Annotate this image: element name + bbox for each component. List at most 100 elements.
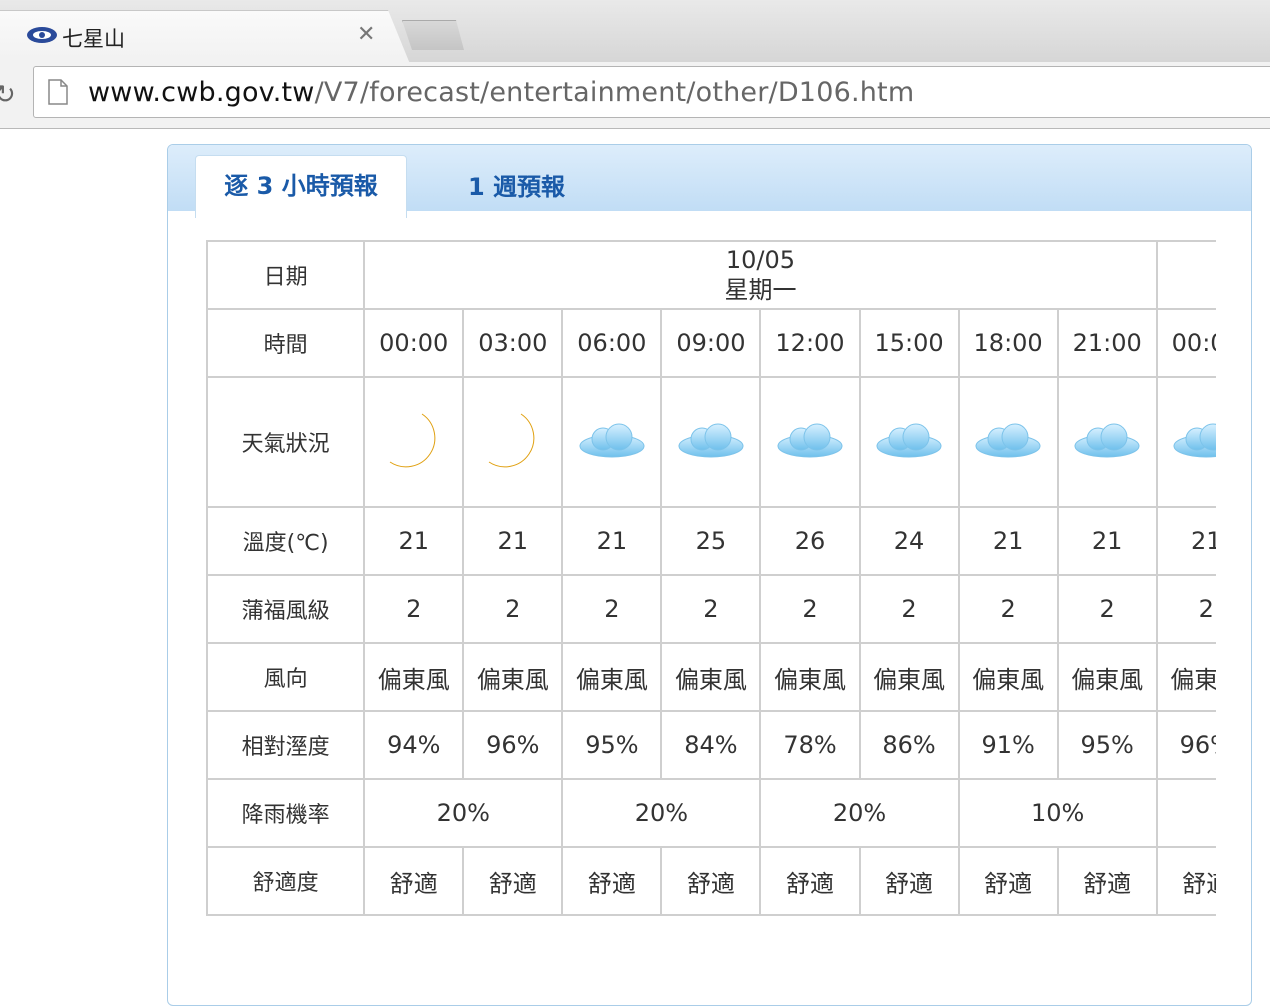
beaufort-cell: 2	[561, 574, 663, 644]
wind-dir-cell: 偏東風	[363, 642, 465, 712]
humidity-cell: 91%	[957, 710, 1059, 780]
cloud-icon	[975, 423, 1041, 458]
humidity-cell: 86%	[858, 710, 960, 780]
time-cell: 15:00	[858, 308, 960, 378]
humidity-row: 相對溼度94%96%95%84%78%86%91%95%96%97%	[206, 710, 1216, 780]
moon-icon	[389, 413, 436, 468]
page-icon	[48, 79, 68, 105]
beaufort-cell: 2	[858, 574, 960, 644]
cloud-icon	[876, 423, 942, 458]
time-cell: 12:00	[759, 308, 861, 378]
beaufort-cell: 2	[1155, 574, 1216, 644]
weather-cell	[561, 376, 663, 508]
moon-icon	[488, 413, 535, 468]
time-row: 時間 00:00 03:00 06:00 09:00 12:00 15:00 18:00 21:…	[206, 308, 1216, 378]
reload-icon[interactable]: ↻	[0, 80, 16, 110]
time-cell: 06:00	[561, 308, 663, 378]
temp-cell: 21	[561, 506, 663, 576]
weather-cell	[759, 376, 861, 508]
date-cell: 10/05 星期一	[363, 240, 1158, 310]
beaufort-cell: 2	[759, 574, 861, 644]
date-weekday: 星期一	[724, 276, 797, 304]
browser-tab[interactable]: 七星山 ✕	[0, 10, 410, 64]
humidity-cell: 95%	[561, 710, 663, 780]
weather-cell	[462, 376, 564, 508]
comfort-cell: 舒適	[462, 846, 564, 916]
humidity-cell: 96%	[1155, 710, 1216, 780]
row-label-rain: 降雨機率	[206, 778, 366, 848]
wind-dir-cell: 偏東風	[957, 642, 1059, 712]
row-label-humidity: 相對溼度	[206, 710, 366, 780]
wind-dir-cell: 偏東風	[462, 642, 564, 712]
tab-weekly-forecast[interactable]: 1 週預報	[468, 167, 565, 202]
weather-cell	[1056, 376, 1158, 508]
time-cell: 03:00	[462, 308, 564, 378]
temp-cell: 24	[858, 506, 960, 576]
rain-cell: 10%	[1155, 778, 1216, 848]
comfort-cell: 舒適	[858, 846, 960, 916]
cloud-icon	[1074, 423, 1140, 458]
forecast-panel: 逐 3 小時預報 1 週預報 日期 10/05 星期一 時間 00:00 03:00 06:…	[167, 144, 1252, 1006]
cloud-icon	[579, 423, 645, 458]
forecast-table-viewport[interactable]: 日期 10/05 星期一 時間 00:00 03:00 06:00 09:00 12:00 15:…	[206, 240, 1216, 1005]
humidity-cell: 96%	[462, 710, 564, 780]
comfort-cell: 舒適	[1056, 846, 1158, 916]
wind-dir-cell: 偏東風	[1155, 642, 1216, 712]
weather-cell	[363, 376, 465, 508]
humidity-cell: 95%	[1056, 710, 1158, 780]
temp-cell: 21	[957, 506, 1059, 576]
beaufort-cell: 2	[1056, 574, 1158, 644]
comfort-cell: 舒適	[660, 846, 762, 916]
weather-cell	[1155, 376, 1216, 508]
browser-toolbar: ↻ www.cwb.gov.tw/V7/forecast/entertainme…	[0, 62, 1270, 129]
weather-row: 天氣狀況	[206, 376, 1216, 508]
cloud-icon	[1173, 423, 1216, 458]
time-cell: 00:00	[1155, 308, 1216, 378]
url-text[interactable]: www.cwb.gov.tw/V7/forecast/entertainment…	[88, 77, 914, 108]
url-path: /V7/forecast/entertainment/other/D106.ht…	[314, 77, 915, 108]
rain-cell: 20%	[759, 778, 960, 848]
new-tab-button[interactable]	[402, 20, 464, 50]
beaufort-cell: 2	[660, 574, 762, 644]
address-bar[interactable]: www.cwb.gov.tw/V7/forecast/entertainment…	[33, 66, 1270, 118]
weather-cell	[660, 376, 762, 508]
temp-row: 溫度(℃)21212125262421212121	[206, 506, 1216, 576]
wind-dir-row: 風向偏東風偏東風偏東風偏東風偏東風偏東風偏東風偏東風偏東風偏東風	[206, 642, 1216, 712]
date-cell-next	[1155, 240, 1216, 310]
wind-dir-cell: 偏東風	[1056, 642, 1158, 712]
temp-cell: 21	[1056, 506, 1158, 576]
cloud-icon	[777, 423, 843, 458]
wind-dir-cell: 偏東風	[660, 642, 762, 712]
rain-cell: 20%	[363, 778, 564, 848]
time-cell: 18:00	[957, 308, 1059, 378]
tab-close-icon[interactable]: ✕	[357, 22, 375, 47]
row-label-beaufort: 蒲福風級	[206, 574, 366, 644]
row-label-time: 時間	[206, 308, 366, 378]
row-label-temp: 溫度(℃)	[206, 506, 366, 576]
date-day: 10/05	[725, 246, 796, 274]
rain-row: 降雨機率20%20%20%10%10%	[206, 778, 1216, 848]
temp-cell: 26	[759, 506, 861, 576]
temp-cell: 21	[1155, 506, 1216, 576]
time-cell: 00:00	[363, 308, 465, 378]
comfort-cell: 舒適	[957, 846, 1059, 916]
wind-dir-cell: 偏東風	[858, 642, 960, 712]
browser-tab-strip: 七星山 ✕	[0, 0, 1270, 64]
comfort-cell: 舒適	[363, 846, 465, 916]
url-host: www.cwb.gov.tw	[88, 77, 315, 108]
humidity-cell: 78%	[759, 710, 861, 780]
humidity-cell: 94%	[363, 710, 465, 780]
weather-cell	[957, 376, 1059, 508]
row-label-weather: 天氣狀況	[206, 376, 366, 508]
beaufort-cell: 2	[462, 574, 564, 644]
humidity-cell: 84%	[660, 710, 762, 780]
beaufort-cell: 2	[957, 574, 1059, 644]
time-cell: 09:00	[660, 308, 762, 378]
tab-3-hour-forecast[interactable]: 逐 3 小時預報	[195, 155, 407, 218]
forecast-tabs: 逐 3 小時預報 1 週預報	[168, 145, 1251, 218]
date-row: 日期 10/05 星期一	[206, 240, 1216, 310]
temp-cell: 21	[363, 506, 465, 576]
comfort-cell: 舒適	[1155, 846, 1216, 916]
time-cell: 21:00	[1056, 308, 1158, 378]
cwb-logo-icon	[27, 27, 57, 43]
